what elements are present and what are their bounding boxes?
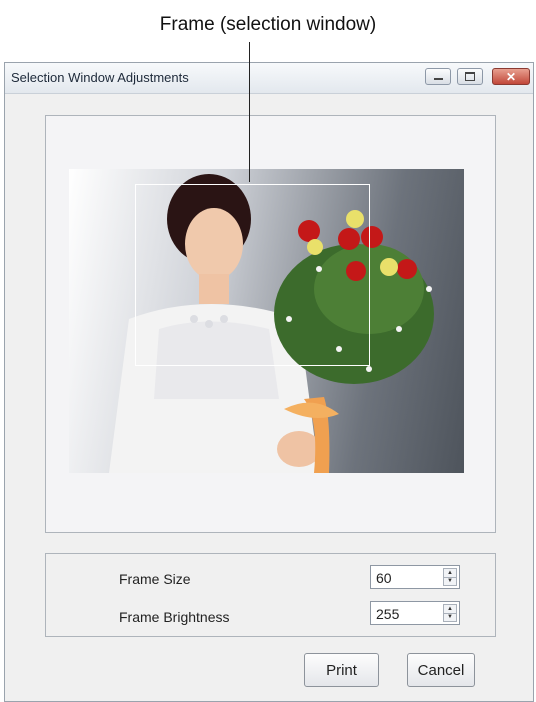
preview-photo[interactable]: [69, 169, 464, 473]
frame-brightness-stepper[interactable]: ▲ ▼: [443, 604, 457, 622]
selection-frame[interactable]: [135, 184, 370, 366]
close-button[interactable]: ✕: [492, 68, 530, 85]
cancel-button[interactable]: Cancel: [407, 653, 475, 687]
selection-window-dialog: Selection Window Adjustments ✕ Frame Siz…: [4, 62, 534, 702]
frame-brightness-value[interactable]: 255: [376, 606, 399, 622]
frame-size-label: Frame Size: [119, 571, 191, 587]
title-bar[interactable]: Selection Window Adjustments ✕: [5, 63, 533, 94]
close-icon: ✕: [505, 69, 517, 84]
frame-size-value[interactable]: 60: [376, 570, 392, 586]
frame-size-down-arrow-icon[interactable]: ▼: [444, 578, 456, 586]
maximize-button[interactable]: [457, 68, 483, 85]
annotation-leader-line: [249, 42, 250, 182]
window-title: Selection Window Adjustments: [11, 70, 189, 85]
frame-annotation-label: Frame (selection window): [159, 14, 377, 35]
frame-settings-group: Frame Size 60 ▲ ▼ Frame Brightness 255 ▲…: [45, 553, 496, 637]
minimize-button[interactable]: [425, 68, 451, 85]
frame-size-spinbox[interactable]: 60 ▲ ▼: [370, 565, 460, 589]
frame-brightness-spinbox[interactable]: 255 ▲ ▼: [370, 601, 460, 625]
minimize-icon: [433, 78, 443, 80]
frame-brightness-label: Frame Brightness: [119, 609, 230, 625]
frame-size-up-arrow-icon[interactable]: ▲: [444, 569, 456, 578]
frame-size-stepper[interactable]: ▲ ▼: [443, 568, 457, 586]
frame-brightness-up-arrow-icon[interactable]: ▲: [444, 605, 456, 614]
image-preview-panel: [45, 115, 496, 533]
maximize-icon: [465, 72, 475, 81]
print-button[interactable]: Print: [304, 653, 379, 687]
frame-brightness-down-arrow-icon[interactable]: ▼: [444, 614, 456, 622]
